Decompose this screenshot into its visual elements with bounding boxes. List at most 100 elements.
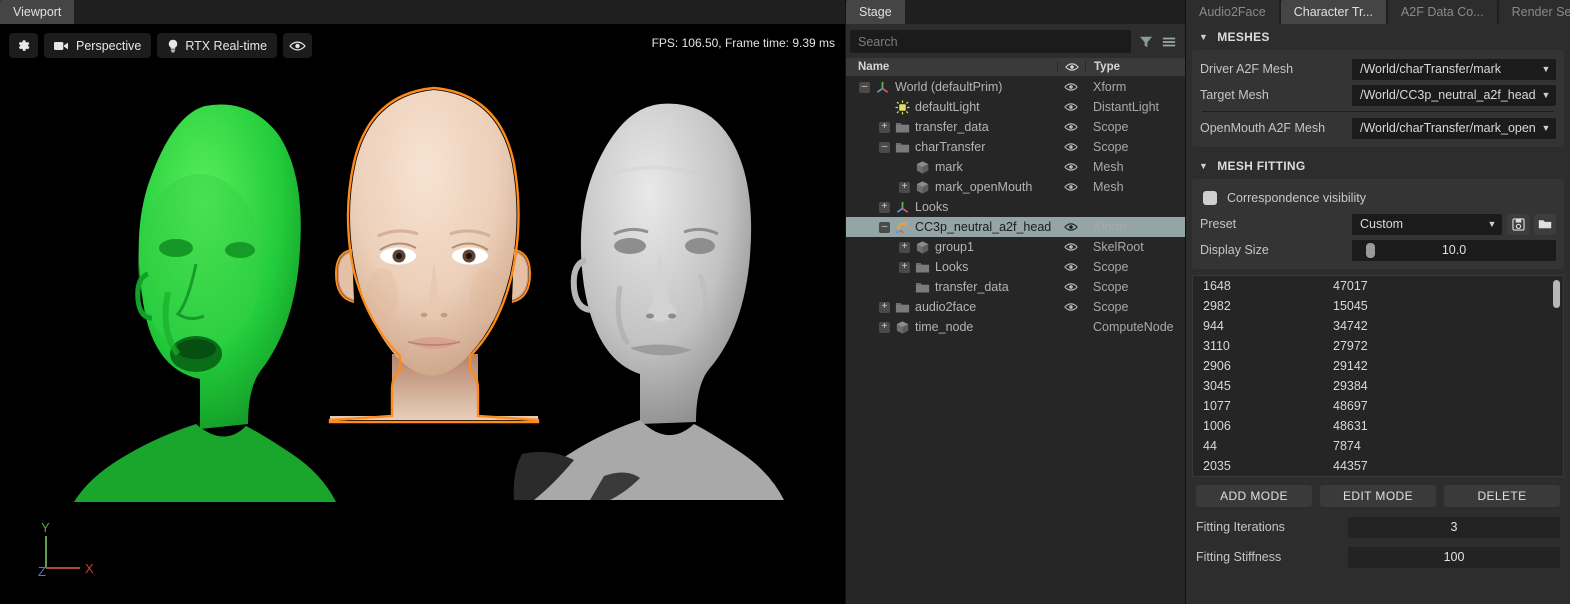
tree-row-visibility-toggle[interactable]	[1057, 302, 1085, 312]
meshes-section-header[interactable]: ▼ MESHES	[1186, 24, 1570, 50]
stage-tree-row-defaultlight[interactable]: defaultLight DistantLight	[846, 97, 1185, 117]
stage-tree-row-time-node[interactable]: + time_node ComputeNode	[846, 317, 1185, 337]
viewport-renderer-button[interactable]: RTX Real-time	[157, 33, 278, 58]
correspondence-row[interactable]: 44 7874	[1193, 436, 1563, 456]
tree-row-name-cell: transfer_data	[846, 280, 1057, 295]
display-size-slider[interactable]: 10.0	[1352, 239, 1556, 261]
properties-body: ▼ MESHES Driver A2F Mesh /World/charTran…	[1186, 24, 1570, 604]
openmouth-a2f-mesh-value: /World/charTransfer/mark_open	[1360, 121, 1536, 135]
tab-character-tr-[interactable]: Character Tr...	[1280, 0, 1388, 24]
tree-row-visibility-toggle[interactable]	[1057, 182, 1085, 192]
eye-icon	[1064, 263, 1078, 271]
column-header-visibility	[1057, 62, 1085, 72]
stage-tree-row-group1[interactable]: + group1 SkelRoot	[846, 237, 1185, 257]
collapse-icon[interactable]: –	[879, 221, 890, 233]
correspondence-row[interactable]: 2906 29142	[1193, 356, 1563, 376]
viewport-settings-button[interactable]	[9, 33, 38, 58]
tree-row-name-cell: – charTransfer	[846, 140, 1057, 155]
correspondence-source-index: 3110	[1203, 339, 1230, 353]
tree-row-visibility-toggle[interactable]	[1057, 222, 1085, 232]
expand-icon[interactable]: +	[879, 201, 890, 213]
tree-row-label: World (defaultPrim)	[895, 80, 1003, 94]
preset-dropdown[interactable]: Custom ▼	[1352, 213, 1502, 235]
expand-icon[interactable]: +	[899, 181, 910, 193]
tab-stage[interactable]: Stage	[846, 0, 907, 24]
tree-row-visibility-toggle[interactable]	[1057, 122, 1085, 132]
correspondence-visibility-row[interactable]: Correspondence visibility	[1200, 185, 1556, 211]
correspondence-row[interactable]: 1077 48697	[1193, 396, 1563, 416]
tree-row-visibility-toggle[interactable]	[1057, 162, 1085, 172]
viewport-visibility-button[interactable]	[283, 33, 313, 58]
correspondence-list[interactable]: 1648 47017 2982 15045 944 34742 3110 27972 2906 2…	[1192, 275, 1564, 477]
correspondence-visibility-checkbox[interactable]	[1203, 191, 1217, 205]
tab-viewport[interactable]: Viewport	[0, 0, 77, 24]
chevron-down-icon: ▼	[1541, 123, 1551, 133]
openmouth-a2f-mesh-dropdown[interactable]: /World/charTransfer/mark_open ▼	[1352, 117, 1556, 139]
display-size-slider-handle[interactable]	[1366, 242, 1375, 258]
tree-row-visibility-toggle[interactable]	[1057, 242, 1085, 252]
correspondence-row[interactable]: 1006 48631	[1193, 416, 1563, 436]
tree-row-visibility-toggle[interactable]	[1057, 282, 1085, 292]
chevron-down-icon: ▼	[1199, 161, 1209, 171]
correspondence-row[interactable]: 3045 29384	[1193, 376, 1563, 396]
edit-mode-button[interactable]: EDIT MODE	[1320, 485, 1436, 507]
stage-tree-row-chartransfer[interactable]: – charTransfer Scope	[846, 137, 1185, 157]
correspondence-row[interactable]: 1648 47017	[1193, 276, 1563, 296]
load-preset-button[interactable]	[1534, 213, 1556, 235]
viewport-3d-canvas[interactable]: Perspective RTX Real-time FPS: 106.50, F…	[0, 24, 845, 604]
fitting-stiffness-field[interactable]: 100	[1348, 546, 1560, 568]
driver-a2f-mesh-dropdown[interactable]: /World/charTransfer/mark ▼	[1352, 58, 1556, 80]
stage-tree-row-transfer-data[interactable]: transfer_data Scope	[846, 277, 1185, 297]
tab-render-settin-[interactable]: Render Settin...	[1498, 0, 1570, 24]
tree-row-label: mark_openMouth	[935, 180, 1033, 194]
fitting-iterations-field[interactable]: 3	[1348, 516, 1560, 538]
stage-tree-row-looks[interactable]: + Looks	[846, 197, 1185, 217]
tree-row-visibility-toggle[interactable]	[1057, 262, 1085, 272]
collapse-icon[interactable]: –	[879, 141, 890, 153]
stage-tree-row-world-defaultprim-[interactable]: – World (defaultPrim) Xform	[846, 77, 1185, 97]
correspondence-row[interactable]: 944 34742	[1193, 316, 1563, 336]
tree-row-visibility-toggle[interactable]	[1057, 102, 1085, 112]
eye-icon	[1064, 243, 1078, 251]
stage-tree-row-looks[interactable]: + Looks Scope	[846, 257, 1185, 277]
viewport-camera-button[interactable]: Perspective	[44, 33, 152, 58]
delete-button[interactable]: DELETE	[1444, 485, 1560, 507]
tree-row-visibility-toggle[interactable]	[1057, 82, 1085, 92]
expand-icon[interactable]: +	[879, 121, 890, 133]
stage-tree-row-audio2face[interactable]: + audio2face Scope	[846, 297, 1185, 317]
expand-icon[interactable]: +	[899, 241, 910, 253]
tab-label: Audio2Face	[1199, 5, 1266, 19]
xform-axis-icon	[876, 81, 889, 93]
target-mesh-dropdown[interactable]: /World/CC3p_neutral_a2f_head/ ▼	[1352, 84, 1556, 106]
viewport-panel: Viewport Perspective RTX Real-time FPS: …	[0, 0, 845, 604]
mesh-cube-icon	[916, 160, 929, 173]
correspondence-list-scrollbar[interactable]	[1553, 280, 1560, 308]
tab-audio2face[interactable]: Audio2Face	[1186, 0, 1281, 24]
stage-tree-row-mark-openmouth[interactable]: + mark_openMouth Mesh	[846, 177, 1185, 197]
save-preset-button[interactable]	[1507, 213, 1529, 235]
stage-filter-button[interactable]	[1138, 33, 1154, 51]
tree-row-label: charTransfer	[915, 140, 986, 154]
eye-icon	[1064, 143, 1078, 151]
light-icon	[895, 100, 910, 114]
tree-row-label: Looks	[915, 200, 949, 214]
tab-a2f-data-co-[interactable]: A2F Data Co...	[1387, 0, 1499, 24]
correspondence-row[interactable]: 2035 44357	[1193, 456, 1563, 476]
tree-row-label: defaultLight	[915, 100, 980, 114]
stage-tree-row-cc3p-neutral-a2f-head[interactable]: – CC3p_neutral_a2f_head Xform	[846, 217, 1185, 237]
stage-tree[interactable]: – World (defaultPrim) Xform defaultLight Dis…	[846, 77, 1185, 604]
add-mode-button[interactable]: ADD MODE	[1196, 485, 1312, 507]
video-camera-icon	[54, 41, 68, 50]
correspondence-row[interactable]: 2982 15045	[1193, 296, 1563, 316]
search-input[interactable]	[850, 30, 1131, 53]
expand-icon[interactable]: +	[879, 301, 890, 313]
correspondence-row[interactable]: 3110 27972	[1193, 336, 1563, 356]
collapse-icon[interactable]: –	[859, 81, 870, 93]
mesh-fitting-section-header[interactable]: ▼ MESH FITTING	[1186, 153, 1570, 179]
tree-row-visibility-toggle[interactable]	[1057, 142, 1085, 152]
expand-icon[interactable]: +	[879, 321, 890, 333]
expand-icon[interactable]: +	[899, 261, 910, 273]
stage-options-button[interactable]	[1161, 33, 1177, 51]
stage-tree-row-transfer-data[interactable]: + transfer_data Scope	[846, 117, 1185, 137]
stage-tree-row-mark[interactable]: mark Mesh	[846, 157, 1185, 177]
